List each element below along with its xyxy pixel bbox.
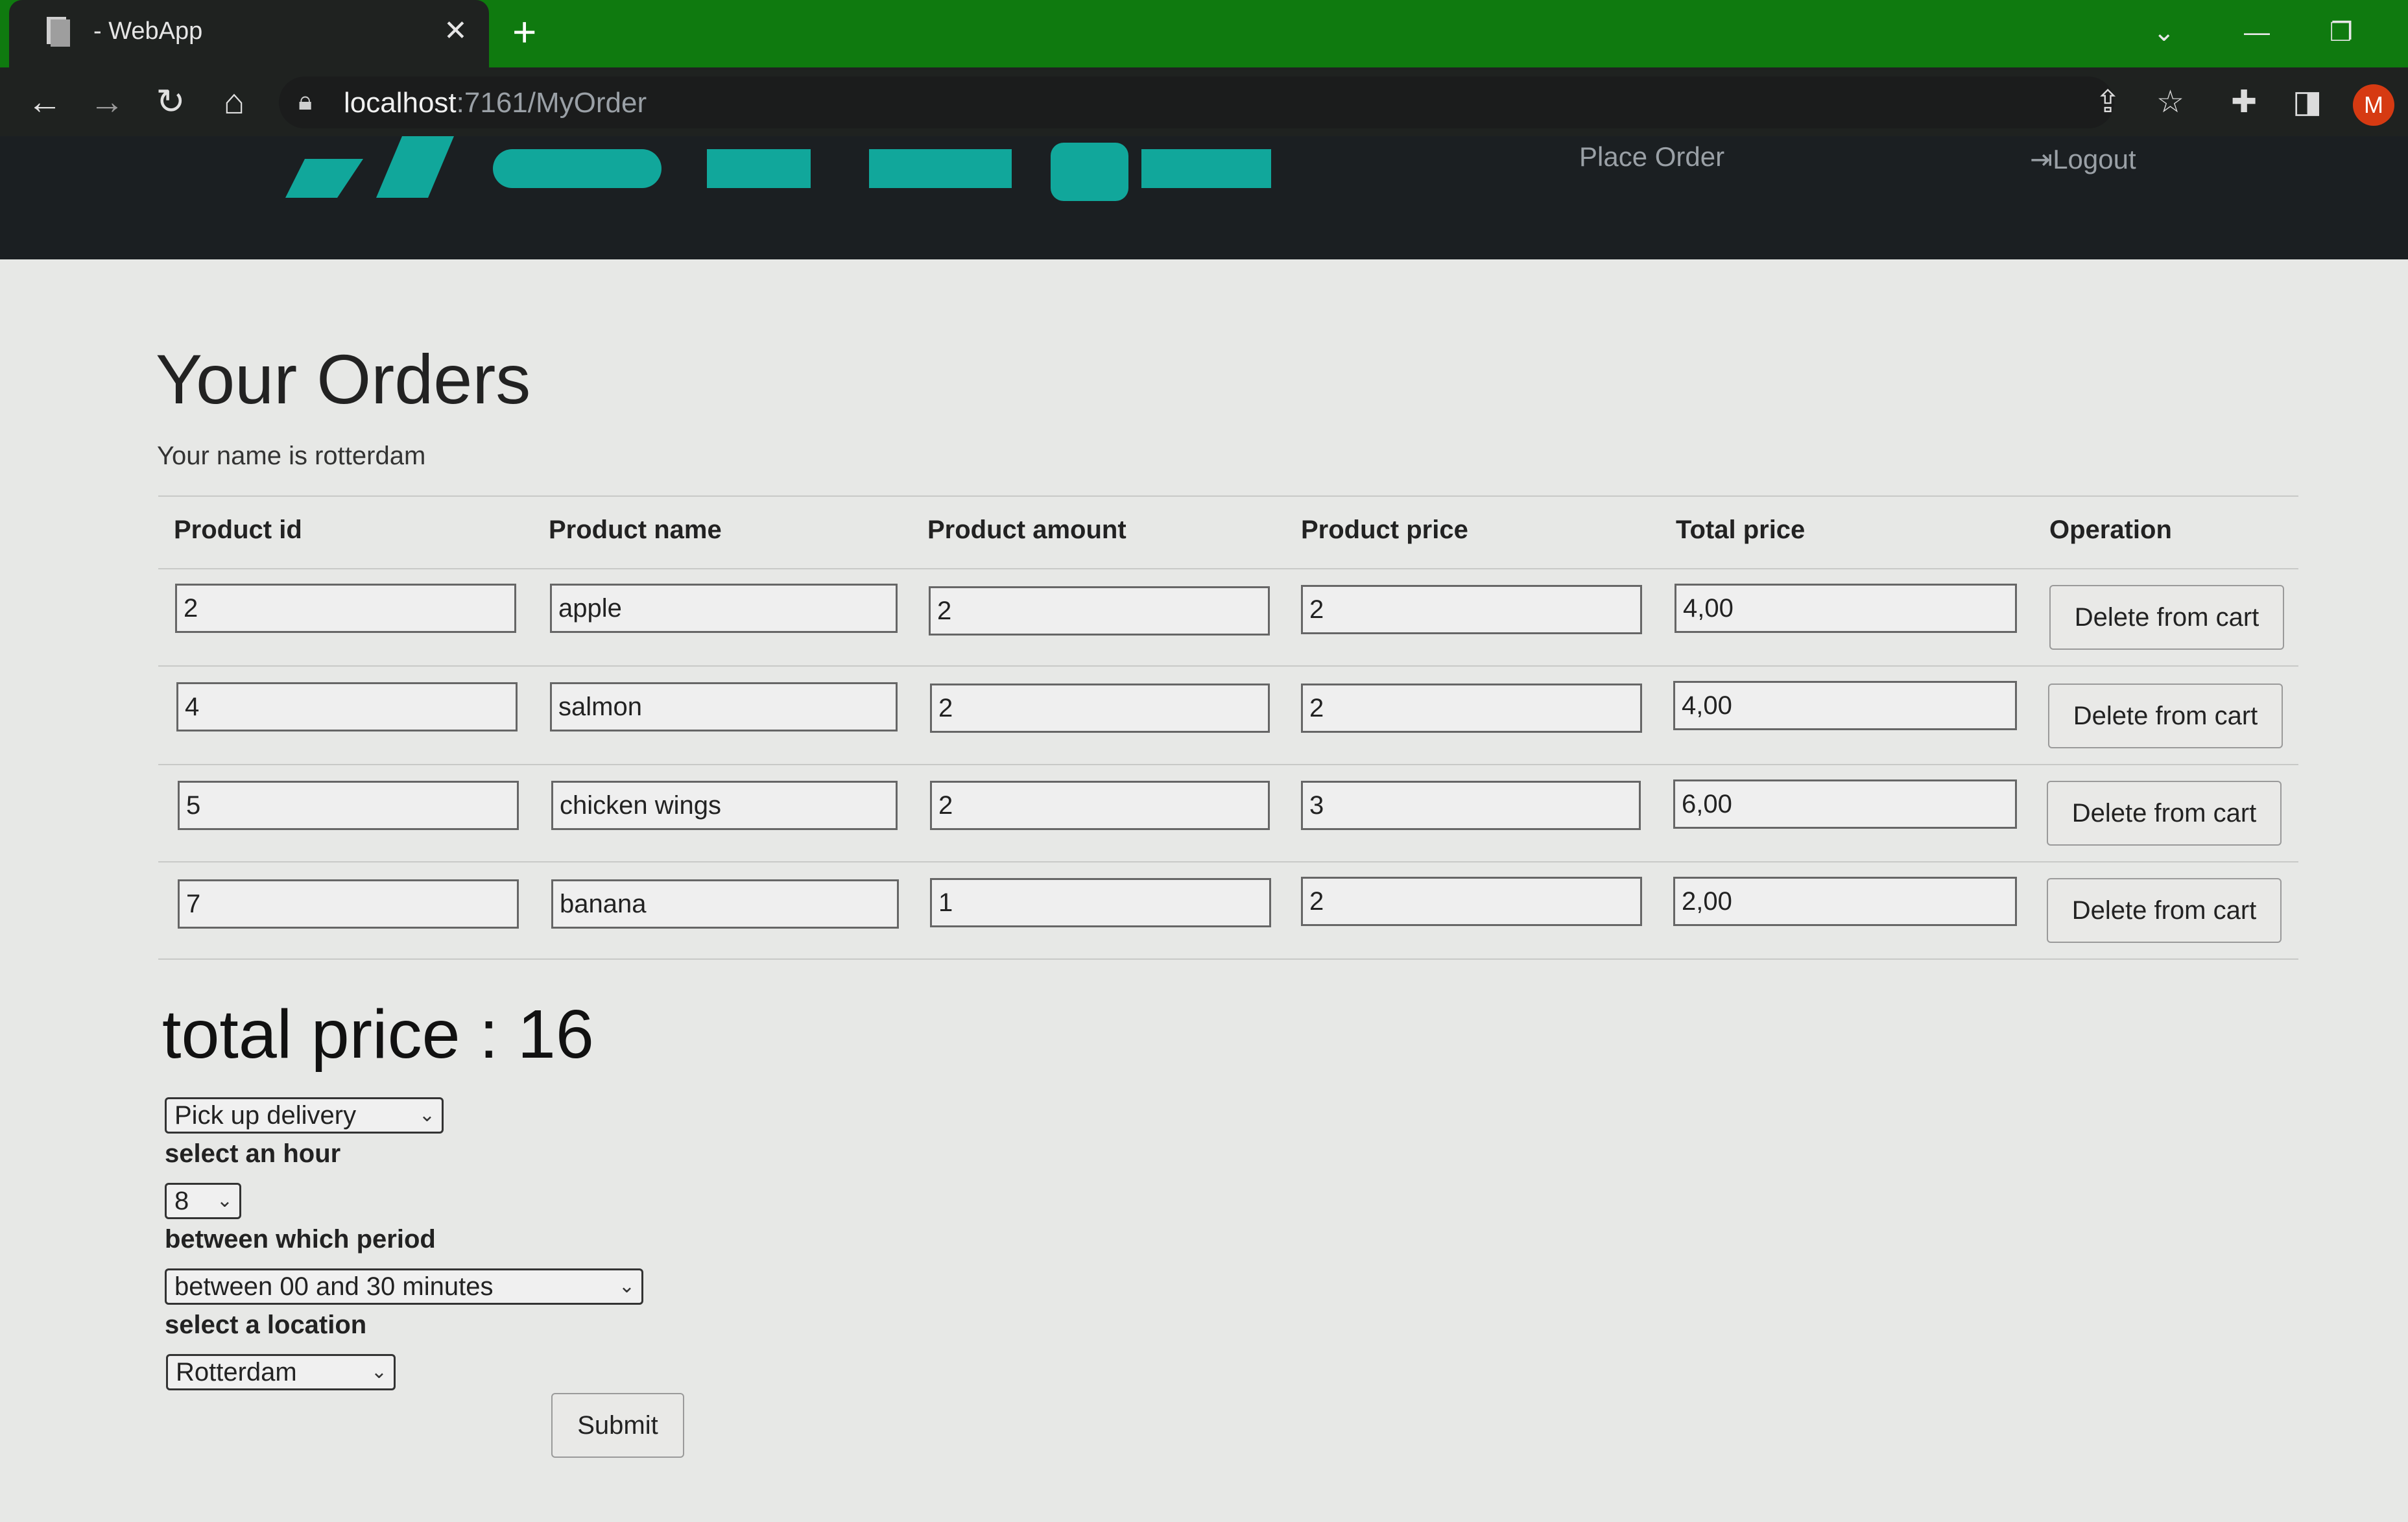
address-bar[interactable]: 🔒︎ localhost:7161/MyOrder — [279, 77, 2114, 128]
restore-icon[interactable]: ❐ — [2330, 13, 2353, 52]
side-panel-icon[interactable]: ◨ — [2293, 83, 2322, 122]
share-icon[interactable]: ⇪ — [2095, 83, 2121, 122]
row-divider — [158, 665, 2298, 667]
product-price-field[interactable]: 2 — [1301, 684, 1642, 733]
nav-place-order[interactable]: Place Order — [1579, 137, 1724, 176]
url-text[interactable]: localhost:7161/MyOrder — [344, 87, 647, 119]
product-amount-field[interactable]: 2 — [930, 684, 1270, 733]
delivery-type-select[interactable]: Pick up delivery ⌄ — [165, 1097, 444, 1134]
extensions-puzzle-icon[interactable]: ✚ — [2231, 83, 2257, 122]
lock-icon: 🔒︎ — [298, 87, 313, 115]
username-text: Your name is rotterdam — [157, 442, 426, 470]
hour-label: select an hour — [165, 1139, 341, 1168]
table-top-divider — [158, 495, 2298, 497]
hour-select[interactable]: 8 ⌄ — [165, 1183, 241, 1219]
product-price-field[interactable]: 2 — [1301, 585, 1642, 634]
browser-tab[interactable]: - WebApp ✕ — [9, 0, 489, 67]
product-id-field[interactable]: 4 — [176, 682, 518, 731]
delete-from-cart-button[interactable]: Delete from cart — [2049, 585, 2284, 650]
total-price-heading: total price : 16 — [162, 996, 594, 1073]
browser-toolbar: ← → ↻ ⌂ 🔒︎ localhost:7161/MyOrder ⇪ ☆ ✚ … — [0, 67, 2408, 136]
product-name-field[interactable]: salmon — [550, 682, 898, 731]
app-navbar: Place Order ⇥Logout — [0, 136, 2408, 259]
profile-avatar[interactable]: M — [2353, 84, 2394, 126]
home-icon[interactable]: ⌂ — [211, 79, 257, 125]
minimize-icon[interactable]: — — [2244, 13, 2270, 52]
submit-button[interactable]: Submit — [551, 1393, 684, 1458]
header-total-price: Total price — [1676, 516, 1806, 544]
product-amount-field[interactable]: 2 — [929, 586, 1270, 636]
product-name-field[interactable]: banana — [551, 879, 899, 929]
orders-page: Your Orders Your name is rotterdam Produ… — [0, 259, 2408, 1522]
product-id-field[interactable]: 5 — [178, 781, 519, 830]
logout-icon: ⇥ — [2030, 144, 2053, 174]
back-arrow-icon[interactable]: ← — [22, 79, 67, 125]
browser-tab-bar: - WebApp ✕ + ⌄ — ❐ — [0, 0, 2408, 67]
period-select[interactable]: between 00 and 30 minutes ⌄ — [165, 1268, 643, 1305]
table-bottom-divider — [158, 958, 2298, 960]
delete-from-cart-button[interactable]: Delete from cart — [2047, 878, 2282, 943]
tab-search-chevron-icon[interactable]: ⌄ — [2153, 13, 2175, 52]
delete-from-cart-button[interactable]: Delete from cart — [2047, 781, 2282, 846]
tab-close-icon[interactable]: ✕ — [444, 14, 468, 48]
brand-logo-partial-icon — [285, 136, 1271, 201]
total-price-field[interactable]: 4,00 — [1673, 681, 2017, 730]
product-amount-field[interactable]: 1 — [930, 878, 1271, 927]
product-id-field[interactable]: 7 — [178, 879, 519, 929]
chevron-down-icon: ⌄ — [418, 1104, 435, 1126]
delete-from-cart-button[interactable]: Delete from cart — [2048, 684, 2283, 748]
forward-arrow-icon[interactable]: → — [84, 79, 130, 125]
header-product-id: Product id — [174, 516, 302, 544]
header-operation: Operation — [2049, 516, 2172, 544]
total-price-field[interactable]: 2,00 — [1673, 877, 2017, 926]
total-price-field[interactable]: 4,00 — [1675, 584, 2017, 633]
brand-logo[interactable] — [0, 136, 1427, 220]
header-product-price: Product price — [1301, 516, 1468, 544]
product-amount-field[interactable]: 2 — [930, 781, 1270, 830]
product-price-field[interactable]: 3 — [1301, 781, 1641, 830]
row-divider — [158, 764, 2298, 765]
row-divider — [158, 861, 2298, 862]
period-label: between which period — [165, 1225, 436, 1254]
location-label: select a location — [165, 1311, 367, 1339]
chevron-down-icon: ⌄ — [618, 1276, 635, 1297]
chevron-down-icon: ⌄ — [370, 1361, 387, 1383]
tab-title: - WebApp — [93, 18, 203, 45]
chevron-down-icon: ⌄ — [216, 1190, 233, 1211]
table-header-divider — [158, 568, 2298, 569]
product-name-field[interactable]: apple — [550, 584, 898, 633]
reload-icon[interactable]: ↻ — [148, 79, 193, 125]
page-icon — [47, 17, 70, 47]
product-id-field[interactable]: 2 — [175, 584, 516, 633]
new-tab-icon[interactable]: + — [512, 9, 536, 54]
total-price-field[interactable]: 6,00 — [1673, 779, 2017, 829]
page-title: Your Orders — [156, 340, 531, 418]
product-price-field[interactable]: 2 — [1301, 877, 1642, 926]
header-product-amount: Product amount — [927, 516, 1127, 544]
product-name-field[interactable]: chicken wings — [551, 781, 898, 830]
header-product-name: Product name — [549, 516, 722, 544]
location-select[interactable]: Rotterdam ⌄ — [166, 1354, 396, 1390]
bookmark-star-icon[interactable]: ☆ — [2156, 83, 2184, 122]
nav-logout[interactable]: ⇥Logout — [2030, 140, 2136, 179]
